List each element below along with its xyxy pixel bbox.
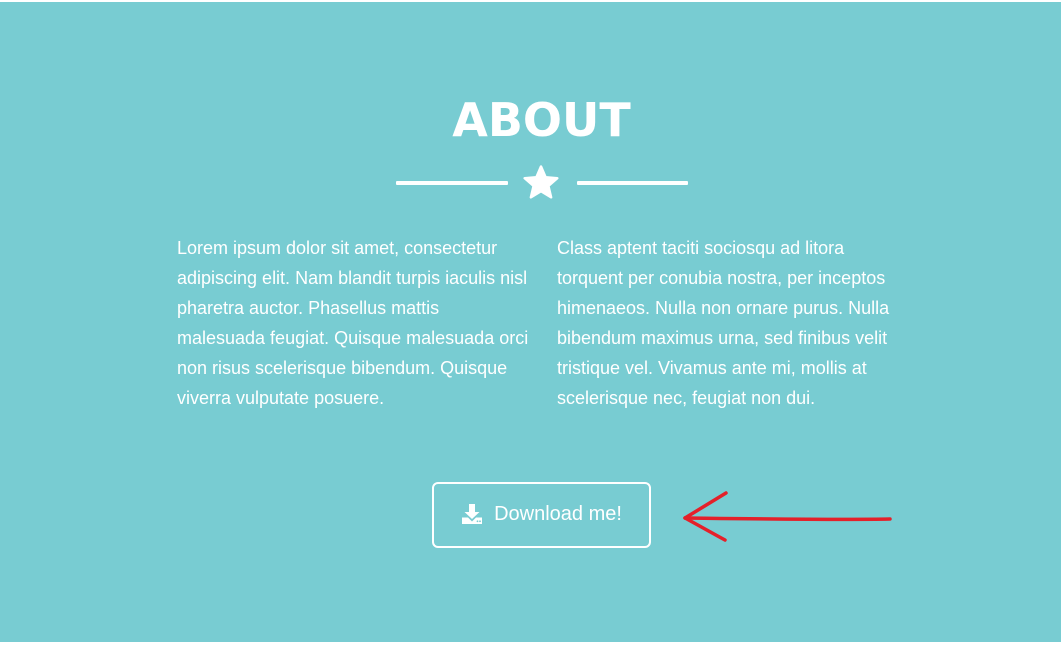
divider-line-right bbox=[577, 181, 688, 185]
section-title: ABOUT bbox=[452, 93, 631, 147]
red-arrow-icon bbox=[683, 491, 892, 542]
page: ABOUT Lorem ipsum dolor sit amet, consec… bbox=[0, 0, 1061, 645]
star-icon bbox=[523, 165, 559, 199]
about-paragraph-left: Lorem ipsum dolor sit amet, consectetur … bbox=[177, 238, 529, 408]
download-icon bbox=[462, 504, 483, 524]
download-button-label: Download me! bbox=[494, 503, 622, 525]
download-button[interactable]: Download me! bbox=[432, 482, 651, 548]
about-paragraph-right: Class aptent taciti sociosqu ad litora t… bbox=[557, 238, 890, 408]
about-section: ABOUT Lorem ipsum dolor sit amet, consec… bbox=[0, 2, 1061, 642]
divider-line-left bbox=[396, 181, 508, 185]
star-divider bbox=[396, 164, 688, 202]
